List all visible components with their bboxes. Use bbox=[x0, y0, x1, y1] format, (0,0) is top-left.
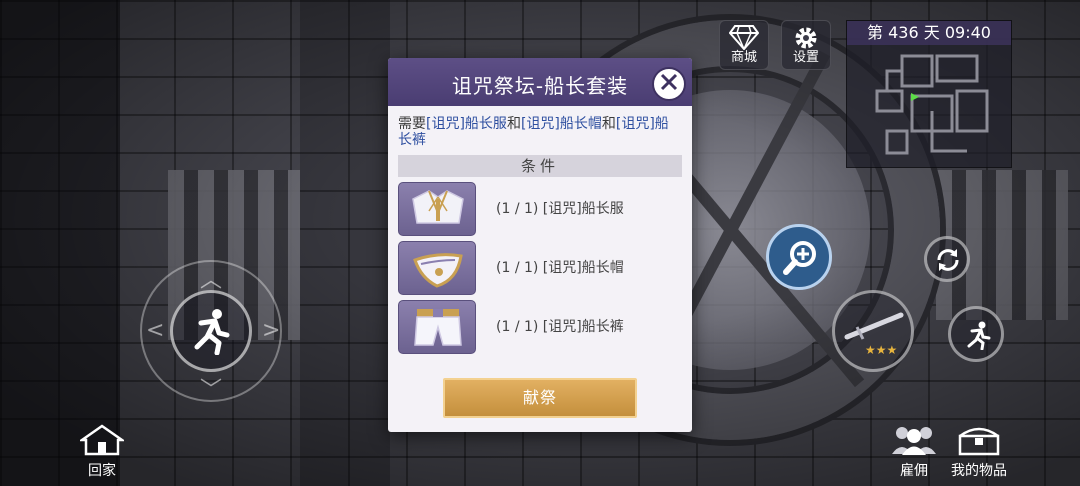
condition-item-text: (1 / 1) [诅咒]船长服 bbox=[496, 201, 624, 217]
condition-item-row[interactable]: (1 / 1) [诅咒]船长裤 bbox=[398, 300, 682, 354]
conditions-header: 条件 bbox=[398, 155, 682, 177]
captain-coat-icon bbox=[398, 182, 476, 236]
diamond-icon bbox=[720, 21, 768, 51]
settings-label: 设置 bbox=[792, 50, 819, 65]
arrow-left-icon: < bbox=[146, 318, 165, 343]
home-button[interactable]: 回家 bbox=[76, 424, 128, 480]
refresh-icon bbox=[935, 247, 961, 277]
sword-icon bbox=[843, 311, 905, 345]
my-items-button[interactable]: 我的物品 bbox=[944, 424, 1014, 480]
dash-button[interactable] bbox=[948, 306, 1004, 362]
condition-item-text: (1 / 1) [诅咒]船长裤 bbox=[496, 319, 624, 335]
captain-hat-icon bbox=[398, 241, 476, 295]
req-join: 和 bbox=[601, 116, 616, 132]
people-group-icon bbox=[886, 424, 942, 460]
magnifier-plus-icon bbox=[783, 239, 819, 281]
gear-icon bbox=[782, 21, 830, 51]
condition-item-row[interactable]: (1 / 1) [诅咒]船长帽 bbox=[398, 241, 682, 295]
attack-button[interactable]: ★★★ bbox=[832, 290, 914, 372]
hire-button[interactable]: 雇佣 bbox=[886, 424, 942, 480]
condition-item-text: (1 / 1) [诅咒]船长帽 bbox=[496, 260, 624, 276]
home-label: 回家 bbox=[88, 463, 116, 479]
req-prefix: 需要 bbox=[398, 116, 426, 132]
close-button[interactable] bbox=[652, 67, 686, 101]
req-item-hat: [诅咒]船长帽 bbox=[520, 116, 602, 132]
shop-label: 商城 bbox=[730, 50, 757, 65]
weapon-stars: ★★★ bbox=[865, 343, 898, 357]
arrow-down-icon: ﹀ bbox=[200, 378, 223, 403]
offer-button[interactable]: 献祭 bbox=[443, 378, 637, 418]
hire-label: 雇佣 bbox=[900, 463, 928, 479]
my-items-label: 我的物品 bbox=[951, 463, 1007, 479]
minimap[interactable]: 第 436 天 09:40 bbox=[846, 20, 1012, 168]
altar-dialog: 诅咒祭坛-船长套装 需要[诅咒]船长服和[诅咒]船长帽和[诅咒]船长裤 条件 (… bbox=[388, 58, 692, 432]
captain-pants-icon bbox=[398, 300, 476, 354]
zoom-button[interactable] bbox=[766, 224, 832, 290]
requirement-text: 需要[诅咒]船长服和[诅咒]船长帽和[诅咒]船长裤 bbox=[398, 116, 678, 148]
req-item-coat: [诅咒]船长服 bbox=[426, 116, 507, 132]
req-join: 和 bbox=[506, 116, 521, 132]
dash-icon bbox=[964, 320, 992, 354]
house-icon bbox=[76, 424, 128, 460]
refresh-button[interactable] bbox=[924, 236, 970, 282]
close-icon bbox=[659, 72, 679, 96]
arrow-up-icon: ︿ bbox=[200, 268, 223, 293]
day-time-display: 第 436 天 09:40 bbox=[847, 21, 1011, 45]
run-joystick-knob[interactable] bbox=[170, 290, 252, 372]
dialog-header: 诅咒祭坛-船长套装 bbox=[388, 58, 692, 106]
dialog-title: 诅咒祭坛-船长套装 bbox=[451, 74, 629, 98]
minimap-layout bbox=[875, 54, 989, 155]
arrow-right-icon: > bbox=[262, 318, 281, 343]
condition-item-row[interactable]: (1 / 1) [诅咒]船长服 bbox=[398, 182, 682, 236]
settings-button[interactable]: 设置 bbox=[781, 20, 831, 70]
running-man-icon bbox=[189, 307, 233, 359]
chest-icon bbox=[944, 424, 1014, 460]
shop-button[interactable]: 商城 bbox=[719, 20, 769, 70]
